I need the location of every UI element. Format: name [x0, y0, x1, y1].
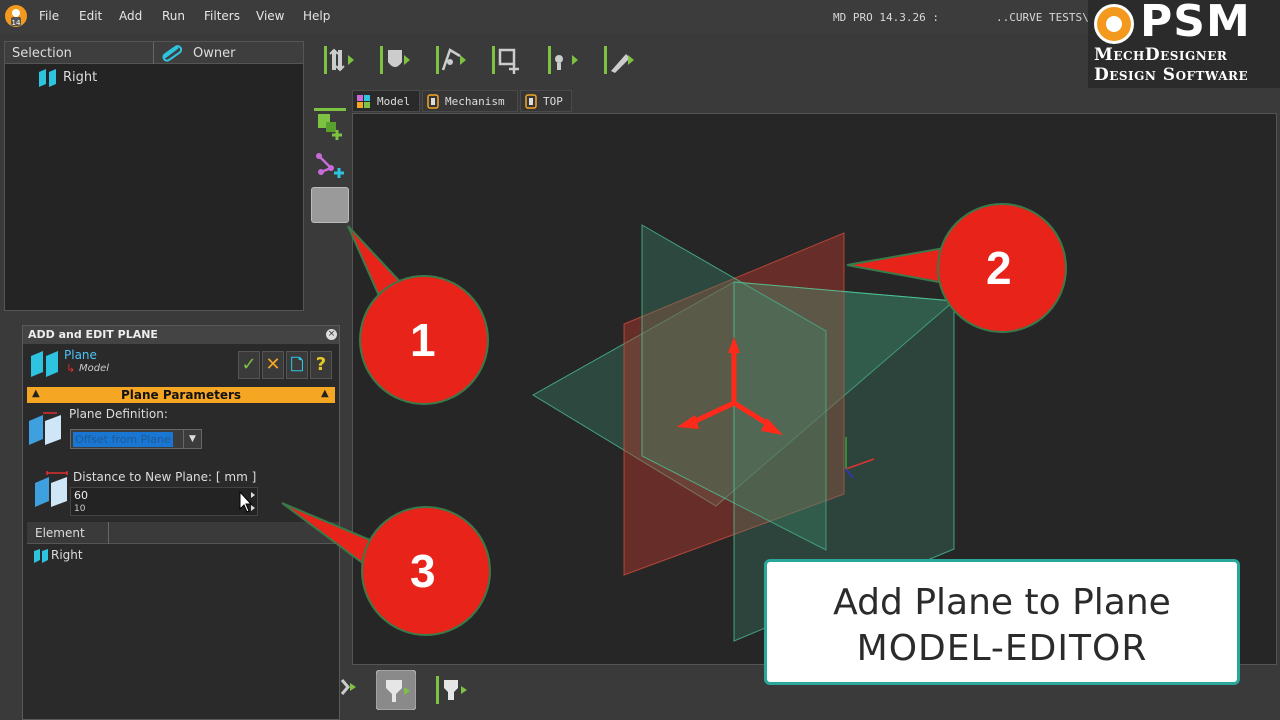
brand-mark-icon — [1094, 4, 1134, 44]
model-tab-icon — [357, 95, 370, 108]
callout-3-number: 3 — [410, 545, 436, 597]
dialog-title-bar[interactable]: ADD and EDIT PLANE × — [23, 326, 339, 344]
brand-name: PSM — [1140, 0, 1251, 47]
tab-mechanism[interactable]: Mechanism — [422, 90, 518, 112]
column-element[interactable]: Element — [35, 526, 85, 540]
help-button[interactable]: ? — [310, 351, 332, 379]
callout-2-number: 2 — [986, 242, 1012, 294]
table-row-label: Right — [51, 548, 83, 562]
tree-header: Selection Owner — [5, 42, 303, 64]
close-icon[interactable]: × — [326, 329, 337, 340]
menu-run[interactable]: Run — [162, 9, 185, 23]
menu-file[interactable]: File — [39, 9, 59, 23]
callout-1-number: 1 — [410, 314, 436, 366]
distance-input[interactable]: 60 10 — [70, 487, 258, 516]
tree-item-label: Right — [63, 70, 98, 85]
section-label: Plane Parameters — [120, 388, 242, 402]
add-edit-plane-dialog: ADD and EDIT PLANE × Plane ↳ Model ✓ ✕ 🗋… — [22, 325, 340, 720]
menu-help[interactable]: Help — [303, 9, 330, 23]
add-part-tool-icon[interactable] — [490, 42, 526, 78]
element-table-header: Element — [27, 522, 339, 544]
parent-arrow-icon: ↳ — [66, 362, 76, 375]
plane-definition-value: Offset from Plane — [73, 432, 173, 447]
tab-top-label: TOP — [543, 95, 563, 108]
light-bulb-tool-icon[interactable] — [546, 42, 582, 78]
mechanism-tab-icon — [427, 94, 439, 109]
plane-definition-label: Plane Definition: — [69, 407, 168, 421]
column-divider — [108, 522, 109, 544]
sketch-tool-icon[interactable] — [434, 42, 470, 78]
plane-icon — [31, 351, 58, 377]
svg-text:14: 14 — [12, 19, 21, 27]
menu-filters[interactable]: Filters — [204, 9, 240, 23]
caption-box: Add Plane to Plane MODEL-EDITOR — [764, 559, 1240, 685]
caption-line-1: Add Plane to Plane — [833, 582, 1171, 623]
brand-logo: PSM MechDesigner Design Software — [1088, 0, 1280, 88]
distance-value: 60 — [74, 489, 88, 502]
chevron-down-icon[interactable]: ▼ — [183, 430, 201, 448]
collapse-icon[interactable]: ▲ — [321, 388, 329, 399]
plane-icon — [39, 69, 56, 87]
column-owner[interactable]: Owner — [193, 46, 235, 61]
menu-edit[interactable]: Edit — [79, 9, 102, 23]
new-document-button[interactable]: 🗋 — [286, 351, 308, 379]
kinematic-mode-icon[interactable] — [434, 674, 470, 706]
ok-button[interactable]: ✓ — [238, 351, 260, 379]
add-model-element-icon[interactable] — [311, 106, 349, 142]
gray-tool-button[interactable] — [311, 187, 349, 223]
column-divider — [153, 42, 154, 64]
document-title: ..CURVE TESTS\ — [996, 11, 1089, 24]
tab-mechanism-label: Mechanism — [445, 95, 505, 108]
menu-view[interactable]: View — [256, 9, 284, 23]
add-mechanism-element-icon[interactable] — [311, 146, 349, 182]
model-tree-panel: Selection Owner Right — [4, 41, 304, 311]
object-parent: Model — [79, 363, 110, 374]
dialog-title: ADD and EDIT PLANE — [28, 328, 158, 341]
top-tab-icon — [525, 94, 537, 109]
cancel-button[interactable]: ✕ — [262, 351, 284, 379]
menu-add[interactable]: Add — [119, 9, 142, 23]
mechanism-mode-icon[interactable] — [376, 670, 416, 710]
tab-model-label: Model — [377, 95, 411, 108]
caption-line-2: MODEL-EDITOR — [856, 628, 1148, 669]
distance-label: Distance to New Plane: [ mm ] — [73, 470, 257, 484]
tab-model[interactable]: Model — [352, 90, 420, 112]
gear-pair-tool-icon[interactable] — [322, 42, 358, 78]
object-name: Plane — [64, 348, 97, 362]
brand-line-1: MechDesigner — [1094, 45, 1228, 65]
plane-definition-icon — [29, 412, 61, 445]
pen-tool-icon[interactable] — [602, 42, 638, 78]
distance-spinner[interactable] — [236, 487, 258, 516]
shield-tool-icon[interactable] — [378, 42, 414, 78]
plane-icon — [34, 549, 48, 563]
column-selection[interactable]: Selection — [12, 46, 72, 61]
distance-step: 10 — [74, 504, 86, 514]
plane-parameters-header[interactable]: ▲ Plane Parameters ▲ — [27, 387, 335, 403]
distance-plane-icon — [35, 471, 68, 507]
plane-definition-select[interactable]: Offset from Plane ▼ — [70, 429, 202, 449]
partial-tool-icon[interactable] — [340, 674, 360, 700]
brand-line-2: Design Software — [1094, 65, 1249, 85]
version-label: MD PRO 14.3.26 : — [833, 11, 939, 24]
link-icon — [162, 45, 183, 62]
tab-top[interactable]: TOP — [520, 90, 572, 112]
app-logo-icon[interactable]: 14 — [4, 4, 28, 28]
